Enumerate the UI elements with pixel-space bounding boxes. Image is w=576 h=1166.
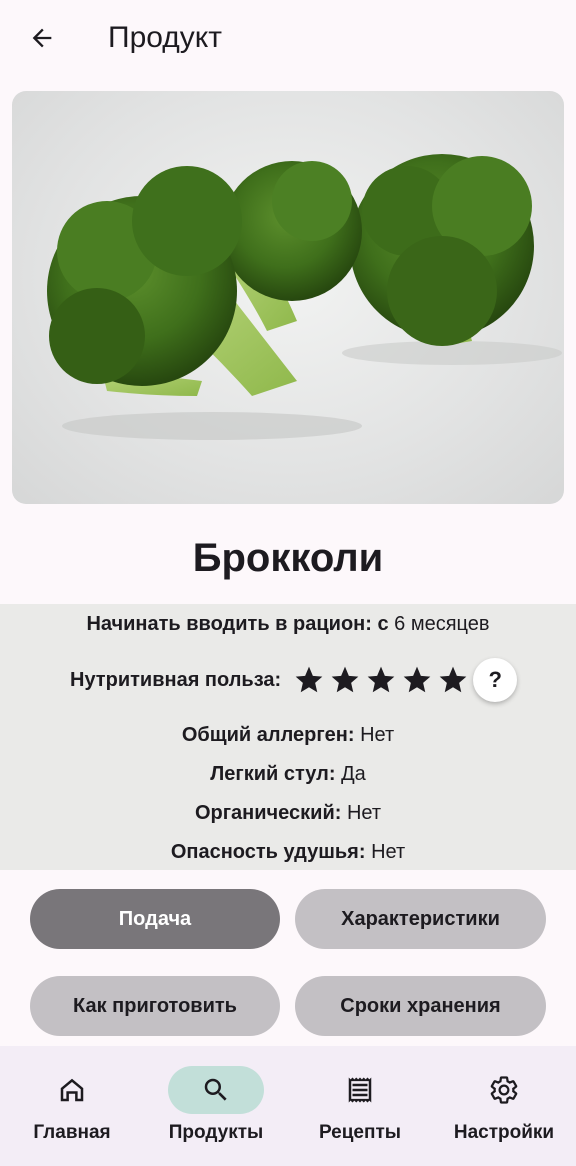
nav-indicator [456, 1066, 552, 1114]
nav-item-recipes[interactable]: Рецепты [288, 1046, 432, 1166]
serving-button[interactable]: Подача [30, 889, 280, 949]
organic-label: Органический: [194, 802, 342, 824]
intro-age-row: Начинать вводить в рацион: с 6 месяцев [0, 610, 576, 638]
nav-indicator [24, 1066, 120, 1114]
nav-item-settings[interactable]: Настройки [432, 1046, 576, 1166]
intro-age-value: 6 месяцев [394, 613, 490, 635]
product-image [12, 91, 564, 504]
star-icon [403, 666, 431, 693]
stool-label: Легкий стул: [210, 763, 336, 785]
product-name: Брокколи [192, 536, 384, 580]
nav-label-recipes: Рецепты [318, 1122, 402, 1143]
choking-label: Опасность удушья: [170, 841, 366, 863]
broccoli-illustration [47, 154, 562, 440]
allergen-value: Нет [360, 724, 395, 746]
nav-label-home: Главная [33, 1122, 111, 1143]
nutrition-row: Нутритивная польза: ? [70, 656, 518, 704]
organic-row: Органический: Нет [0, 799, 576, 827]
choking-value: Нет [371, 841, 406, 863]
receipt-icon [348, 1077, 372, 1103]
top-app-bar: Продукт [0, 0, 576, 76]
bottom-navigation: Главная Продукты Рецепты Настройки [0, 1046, 576, 1166]
star-icon [295, 666, 323, 693]
nav-item-home[interactable]: Главная [0, 1046, 144, 1166]
allergen-label: Общий аллерген: [181, 724, 355, 746]
star-icon [331, 666, 359, 693]
page-title: Продукт [108, 21, 222, 54]
organic-value: Нет [346, 802, 382, 824]
nutrition-rating [293, 664, 469, 696]
arrow-back-icon [32, 28, 52, 48]
nutrition-label: Нутритивная польза: [70, 668, 282, 691]
intro-age-label: Начинать вводить в рацион: с [86, 613, 389, 635]
stool-row: Легкий стул: Да [0, 760, 576, 788]
nav-label-products: Продукты [168, 1122, 264, 1143]
nav-indicator-active [168, 1066, 264, 1114]
nav-item-products[interactable]: Продукты [144, 1046, 288, 1166]
allergen-row: Общий аллерген: Нет [0, 721, 576, 749]
help-button[interactable]: ? [473, 658, 518, 702]
home-icon [60, 1078, 84, 1102]
gear-icon [490, 1076, 518, 1104]
storage-button[interactable]: Сроки хранения [295, 976, 546, 1036]
nav-label-settings: Настройки [453, 1122, 555, 1143]
how-to-cook-button[interactable]: Как приготовить [30, 976, 280, 1036]
search-icon [204, 1078, 227, 1101]
star-icon [367, 666, 395, 693]
star-icon [439, 666, 467, 693]
characteristics-button[interactable]: Характеристики [295, 889, 546, 949]
nav-indicator [312, 1066, 408, 1114]
choking-row: Опасность удушья: Нет [0, 838, 576, 866]
stool-value: Да [341, 763, 366, 785]
back-button[interactable] [22, 18, 62, 58]
